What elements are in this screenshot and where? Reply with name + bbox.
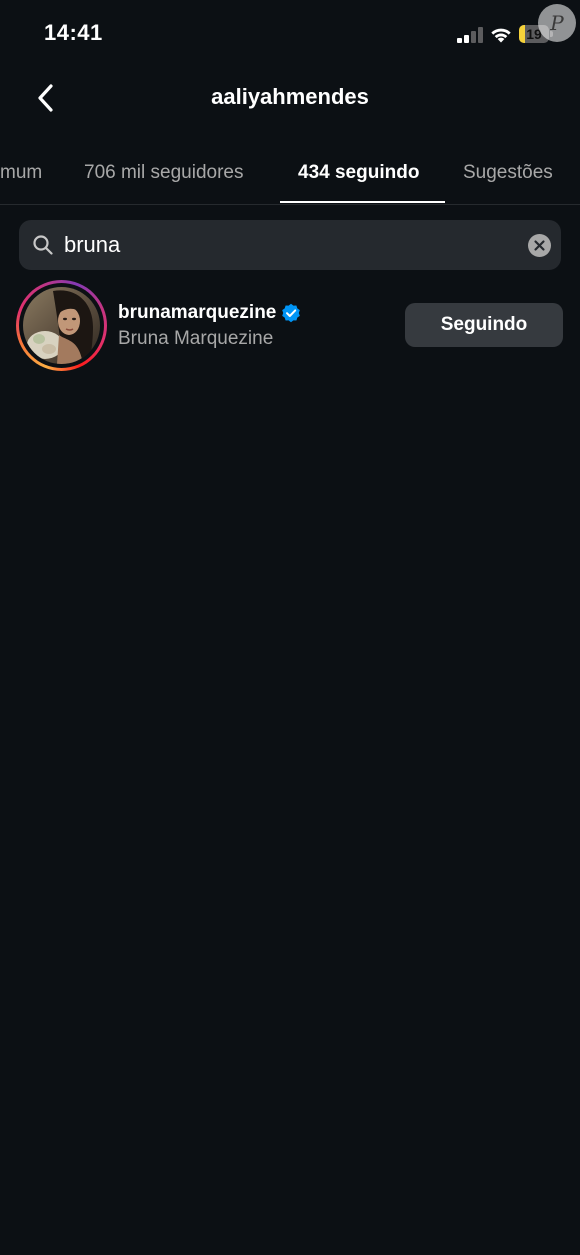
watermark-letter: P (550, 11, 564, 35)
story-ring[interactable] (16, 280, 107, 371)
status-time: 14:41 (44, 20, 103, 45)
clear-icon[interactable] (528, 234, 551, 257)
avatar[interactable] (23, 287, 100, 364)
full-name: Bruna Marquezine (118, 328, 274, 349)
active-tab-indicator (280, 201, 445, 203)
tab-mutual[interactable]: mum (0, 162, 42, 184)
profile-photo (23, 287, 100, 364)
wifi-icon (491, 28, 511, 43)
status-bar: 14:41 19 P (0, 0, 580, 70)
page-title: aaliyahmendes (211, 84, 369, 109)
cellular-signal-icon (457, 27, 483, 43)
follow-tabs: mum 706 mil seguidores 434 seguindo Suge… (0, 148, 580, 205)
tab-suggestions[interactable]: Sugestões (463, 162, 553, 184)
verified-badge-icon (282, 303, 301, 323)
search-input[interactable] (64, 220, 504, 270)
tab-followers[interactable]: 706 mil seguidores (84, 162, 243, 184)
list-item[interactable]: brunamarquezine Bruna Marquezine Seguind… (0, 278, 580, 374)
following-button[interactable]: Seguindo (405, 303, 563, 347)
search-bar[interactable] (19, 220, 561, 270)
profile-header: aaliyahmendes (0, 70, 580, 126)
search-icon (33, 235, 53, 255)
tab-following[interactable]: 434 seguindo (298, 162, 419, 184)
watermark-logo: P (538, 4, 576, 42)
username[interactable]: brunamarquezine (118, 302, 276, 324)
username-line: brunamarquezine (118, 300, 301, 326)
